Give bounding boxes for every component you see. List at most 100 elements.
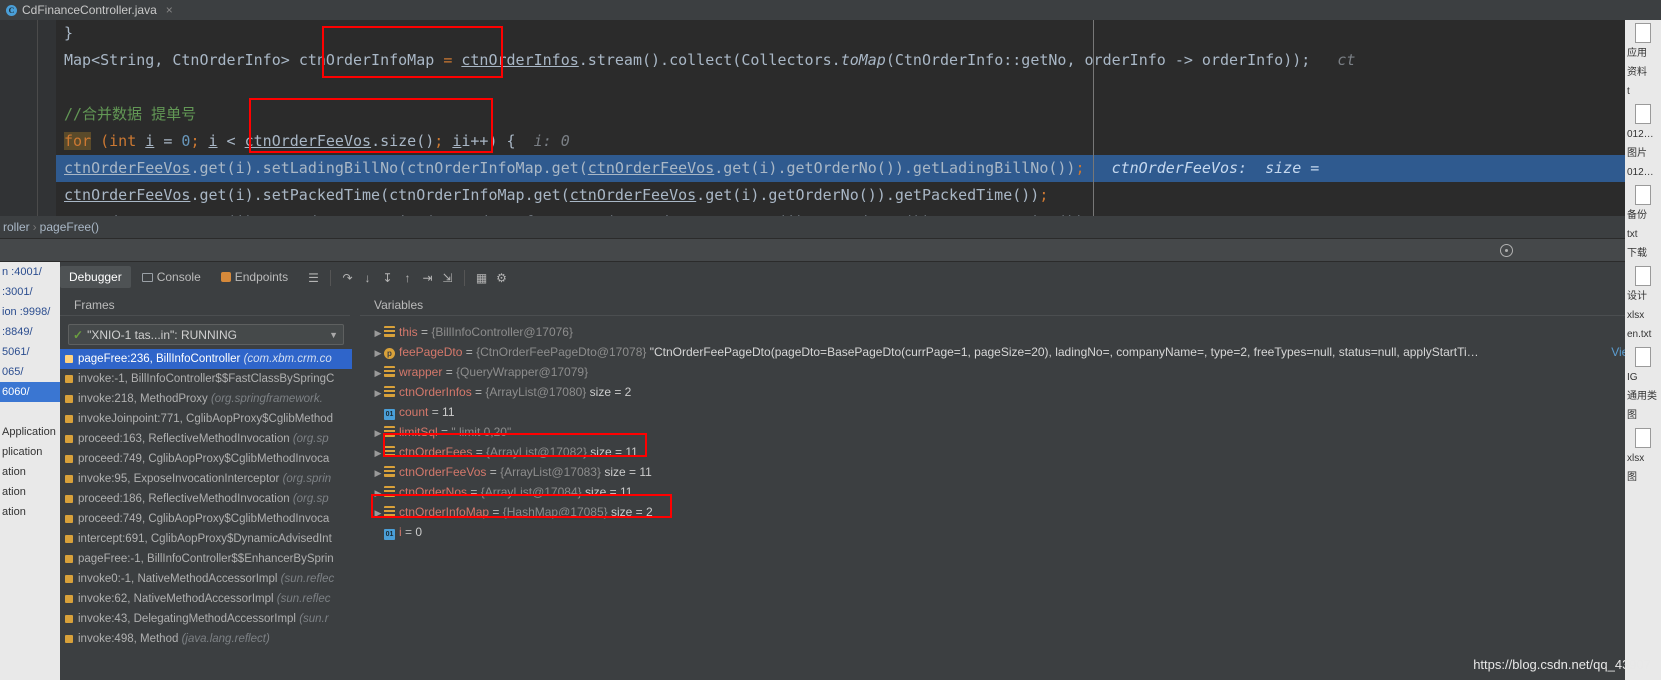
- desktop-file-label: 资料: [1627, 67, 1647, 78]
- variable-row[interactable]: ▶ ctnOrderFeeVos = {ArrayList@17083} size…: [360, 462, 1643, 482]
- frame-row[interactable]: invoke:218, MethodProxy (org.springframe…: [60, 389, 352, 409]
- frames-panel[interactable]: ✓ "XNIO-1 tas...in": RUNNING ▼ pageFree:…: [60, 318, 352, 680]
- frame-row[interactable]: proceed:186, ReflectiveMethodInvocation …: [60, 489, 352, 509]
- drop-frame-icon[interactable]: ⇥: [419, 270, 436, 287]
- variable-row[interactable]: ▶ wrapper = {QueryWrapper@17079}: [360, 362, 1643, 382]
- expand-arrow-icon[interactable]: ▶: [372, 483, 384, 503]
- variable-row[interactable]: ▶ p feePageDto = {CtnOrderFeePageDto@17078…: [360, 342, 1643, 362]
- frame-method: invoke:-1, BillInfoController$$FastClass…: [78, 373, 335, 385]
- expand-arrow-icon[interactable]: ▶: [372, 343, 384, 363]
- variable-list[interactable]: ▶ this = {BillInfoController@17076} ▶ p feeP…: [360, 322, 1643, 542]
- frame-row[interactable]: pageFree:-1, BillInfoController$$Enhance…: [60, 549, 352, 569]
- frame-method: invoke:43, DelegatingMethodAccessorImpl: [78, 613, 300, 625]
- layout-icon[interactable]: ☰: [305, 270, 322, 287]
- frame-row[interactable]: pageFree:236, BillInfoController (com.xb…: [60, 349, 352, 369]
- desktop-file-label: 备份: [1627, 210, 1647, 221]
- tab-console[interactable]: Console: [133, 266, 210, 288]
- code-token-l7semi: ;: [1039, 186, 1049, 204]
- step-out-icon[interactable]: ↑: [399, 270, 416, 287]
- variable-reference: {ArrayList@17080}: [485, 385, 587, 399]
- expand-arrow-icon[interactable]: ▶: [372, 363, 384, 383]
- expand-arrow-icon[interactable]: ▶: [372, 423, 384, 443]
- code-token-lt: <: [217, 132, 245, 150]
- code-token-map-var: ctnOrderInfoMap: [298, 51, 435, 69]
- code-token-semi1: ;: [190, 132, 200, 150]
- variables-panel[interactable]: ▶ this = {BillInfoController@17076} ▶ p feeP…: [360, 318, 1643, 680]
- variable-name: count: [399, 405, 429, 419]
- thread-selector[interactable]: ✓ "XNIO-1 tas...in": RUNNING ▼: [68, 324, 344, 345]
- variable-row[interactable]: ▶ ctnOrderInfoMap = {HashMap@17085} size …: [360, 502, 1643, 522]
- breadcrumb-item-1[interactable]: pageFree(): [37, 220, 102, 234]
- editor-tab-bar: C CdFinanceController.java ×: [0, 0, 1661, 20]
- code-editor[interactable]: } Map<String, CtnOrderInfo> ctnOrderInfo…: [0, 20, 1661, 216]
- breadcrumb[interactable]: roller › pageFree(): [0, 216, 1661, 238]
- code-token-tomap: toMap: [840, 51, 886, 69]
- frame-package: (sun.r: [299, 613, 329, 625]
- code-token-brace: }: [64, 24, 74, 42]
- frame-row[interactable]: proceed:749, CglibAopProxy$CglibMethodIn…: [60, 449, 352, 469]
- console-label: Console: [156, 270, 201, 284]
- object-icon: [384, 486, 395, 497]
- frame-row[interactable]: invoke0:-1, NativeMethodAccessorImpl (su…: [60, 569, 352, 589]
- variable-row[interactable]: ▶ ctnOrderNos = {ArrayList@17084} size = …: [360, 482, 1643, 502]
- left-strip-row: :3001/: [2, 286, 33, 298]
- variable-equals: =: [442, 365, 457, 379]
- table-icon[interactable]: ▦: [473, 270, 490, 287]
- locate-target-icon[interactable]: [1500, 244, 1513, 257]
- left-strip-row: 6060/: [0, 382, 60, 402]
- variable-size: 11: [442, 405, 455, 419]
- variable-row[interactable]: 01 count = 11: [360, 402, 1643, 422]
- chevron-down-icon[interactable]: ▼: [329, 330, 338, 340]
- frame-row[interactable]: proceed:749, CglibAopProxy$CglibMethodIn…: [60, 509, 352, 529]
- left-strip-row: [0, 402, 60, 422]
- desktop-file-label: 设计: [1627, 291, 1647, 302]
- step-into-icon[interactable]: ↓: [359, 270, 376, 287]
- expand-arrow-icon[interactable]: ▶: [372, 443, 384, 463]
- close-icon[interactable]: ×: [166, 3, 173, 17]
- code-token-stream-src: ctnOrderInfos: [461, 51, 579, 69]
- frame-method: intercept:691, CglibAopProxy$DynamicAdvi…: [78, 533, 332, 545]
- frame-row[interactable]: invoke:62, NativeMethodAccessorImpl (sun…: [60, 589, 352, 609]
- tab-cdfinancecontroller[interactable]: C CdFinanceController.java ×: [0, 0, 181, 20]
- run-to-cursor-icon[interactable]: ⇲: [439, 270, 456, 287]
- frame-row[interactable]: invoke:43, DelegatingMethodAccessorImpl …: [60, 609, 352, 629]
- editor-code-area[interactable]: } Map<String, CtnOrderInfo> ctnOrderInfo…: [56, 20, 1661, 216]
- frame-method: invokeJoinpoint:771, CglibAopProxy$Cglib…: [78, 413, 334, 425]
- code-line-5-for: for (int i = 0; i < ctnOrderFeeVos.size(…: [56, 128, 1661, 155]
- left-strip-row: 5061/: [2, 346, 30, 358]
- object-icon: [384, 466, 395, 477]
- tab-debugger[interactable]: Debugger: [60, 266, 131, 288]
- tab-endpoints[interactable]: Endpoints: [212, 266, 297, 288]
- frame-row[interactable]: intercept:691, CglibAopProxy$DynamicAdvi…: [60, 529, 352, 549]
- frame-row[interactable]: proceed:163, ReflectiveMethodInvocation …: [60, 429, 352, 449]
- desktop-file-label: 下载: [1627, 248, 1647, 259]
- step-over-icon[interactable]: ↷: [339, 270, 356, 287]
- left-strip-row: ation: [2, 506, 26, 518]
- expand-arrow-icon[interactable]: ▶: [372, 463, 384, 483]
- force-step-into-icon[interactable]: ↧: [379, 270, 396, 287]
- frame-package: (org.springframework.: [210, 393, 323, 405]
- frame-package: (org.sp: [292, 433, 329, 445]
- variable-row[interactable]: 01 i = 0: [360, 522, 1643, 542]
- frame-method: proceed:163, ReflectiveMethodInvocation: [78, 433, 293, 445]
- frame-method: pageFree:-1, BillInfoController$$Enhance…: [78, 553, 334, 565]
- variable-row[interactable]: ▶ this = {BillInfoController@17076}: [360, 322, 1643, 342]
- debug-tab-strip[interactable]: Debugger Console Endpoints: [60, 264, 297, 290]
- breadcrumb-item-0[interactable]: roller: [0, 220, 33, 234]
- variable-row[interactable]: ▶ ctnOrderFees = {ArrayList@17082} size =…: [360, 442, 1643, 462]
- desktop-file-label: 图: [1627, 472, 1637, 483]
- expand-arrow-icon[interactable]: ▶: [372, 383, 384, 403]
- expand-arrow-icon[interactable]: ▶: [372, 323, 384, 343]
- expand-arrow-icon[interactable]: ▶: [372, 503, 384, 523]
- frame-row[interactable]: invoke:95, ExposeInvocationInterceptor (…: [60, 469, 352, 489]
- variable-row[interactable]: ▶ limitSql = " limit 0,20": [360, 422, 1643, 442]
- variable-reference: {BillInfoController@17076}: [431, 325, 573, 339]
- variable-row[interactable]: ▶ ctnOrderInfos = {ArrayList@17080} size …: [360, 382, 1643, 402]
- code-line-3-blank: [56, 74, 1661, 101]
- frame-row[interactable]: invoke:-1, BillInfoController$$FastClass…: [60, 369, 352, 389]
- frame-row[interactable]: invokeJoinpoint:771, CglibAopProxy$Cglib…: [60, 409, 352, 429]
- settings-icon[interactable]: ⚙: [493, 270, 510, 287]
- frame-row[interactable]: invoke:498, Method (java.lang.reflect): [60, 629, 352, 649]
- frame-list[interactable]: pageFree:236, BillInfoController (com.xb…: [60, 349, 352, 649]
- debug-toolbar[interactable]: ☰ ↷ ↓ ↧ ↑ ⇥ ⇲ ▦ ⚙: [305, 267, 510, 289]
